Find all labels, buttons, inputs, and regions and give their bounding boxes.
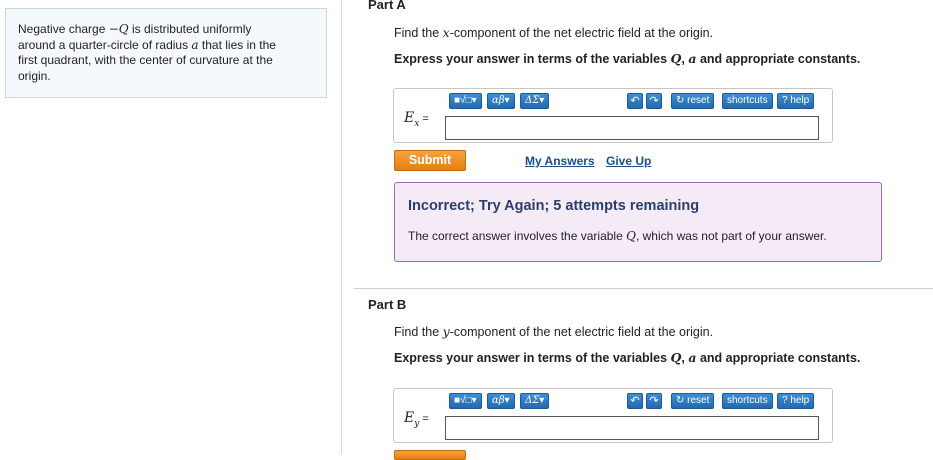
question-text: -component of the net electric field at …: [449, 325, 714, 339]
problem-text: is distributed uniformly: [128, 22, 252, 36]
submit-button[interactable]: Submit: [394, 150, 466, 171]
question-var: x: [442, 25, 450, 40]
charge-symbol: −Q: [108, 22, 129, 36]
problem-text: Negative charge: [18, 22, 109, 36]
greek-button[interactable]: αβ▾: [487, 93, 515, 109]
problem-line-3: first quadrant, with the center of curva…: [18, 53, 273, 67]
var-main: E: [404, 110, 415, 126]
part-b-title: Part B: [368, 297, 407, 312]
problem-text: around a quarter-circle of radius: [18, 37, 192, 52]
redo-icon[interactable]: ↷: [646, 393, 662, 409]
problem-text: that lies in the: [198, 37, 276, 52]
symbols-button[interactable]: ΔΣ▾: [520, 393, 550, 409]
feedback-text-part: , which was not part of your answer.: [635, 229, 827, 243]
help-button[interactable]: ? help: [777, 393, 815, 409]
problem-statement: Negative charge −Q is distributed unifor…: [5, 8, 327, 98]
var-sub: y: [414, 418, 420, 429]
instruction-text: and appropriate constants.: [696, 52, 861, 66]
redo-icon[interactable]: ↷: [646, 93, 662, 109]
problem-line-4: origin.: [18, 68, 51, 83]
symbols-button[interactable]: ΔΣ▾: [520, 93, 550, 109]
part-b-instruction: Express your answer in terms of the vari…: [394, 350, 860, 365]
ex-answer-input[interactable]: [445, 116, 819, 140]
problem-line-2: around a quarter-circle of radius a that…: [18, 38, 314, 54]
undo-icon[interactable]: ↶: [627, 393, 643, 409]
part-b-submit-button[interactable]: [394, 450, 466, 460]
reset-button[interactable]: ↻ reset: [671, 393, 715, 409]
part-b-question: Find the y-component of the net electric…: [394, 324, 713, 339]
equals-sign: =: [422, 413, 429, 425]
part-b-answer-box: ■√□▾ αβ▾ ΔΣ▾ ↶ ↷ ↻ reset shortcuts ? hel…: [393, 388, 833, 443]
problem-line-1: Negative charge −Q is distributed unifor…: [18, 22, 314, 38]
shortcuts-button[interactable]: shortcuts: [722, 93, 773, 109]
question-text: -component of the net electric field at …: [449, 26, 714, 40]
ex-label: Ex =: [404, 110, 429, 129]
question-text: Find the: [394, 325, 443, 339]
feedback-text-part: The correct answer involves the variable: [408, 229, 627, 243]
help-button[interactable]: ? help: [777, 93, 815, 109]
give-up-link[interactable]: Give Up: [606, 154, 651, 168]
var-sub: x: [414, 118, 420, 129]
feedback-box: Incorrect; Try Again; 5 attempts remaini…: [394, 182, 882, 262]
shortcuts-button[interactable]: shortcuts: [722, 393, 773, 409]
var-main: E: [404, 410, 415, 426]
instruction-var: Q: [670, 51, 682, 66]
templates-button[interactable]: ■√□▾: [449, 393, 482, 409]
instruction-text: and appropriate constants.: [696, 351, 861, 365]
my-answers-link[interactable]: My Answers: [525, 154, 595, 168]
part-a-question: Find the x-component of the net electric…: [394, 25, 713, 40]
instruction-text: Express your answer in terms of the vari…: [394, 52, 671, 66]
greek-button[interactable]: αβ▾: [487, 393, 515, 409]
equals-sign: =: [422, 113, 429, 125]
ey-answer-input[interactable]: [445, 416, 819, 440]
radius-symbol: a: [191, 37, 199, 52]
feedback-title: Incorrect; Try Again; 5 attempts remaini…: [408, 198, 700, 214]
reset-button[interactable]: ↻ reset: [671, 93, 715, 109]
part-a-title: Part A: [368, 0, 406, 12]
ey-label: Ey =: [404, 410, 429, 429]
question-text: Find the: [394, 26, 443, 40]
feedback-text: The correct answer involves the variable…: [408, 229, 827, 243]
instruction-var: Q: [670, 350, 682, 365]
question-var: y: [442, 324, 450, 339]
instruction-text: Express your answer in terms of the vari…: [394, 351, 671, 365]
feedback-var: Q: [626, 229, 636, 243]
section-divider: [354, 288, 933, 289]
templates-button[interactable]: ■√□▾: [449, 93, 482, 109]
undo-icon[interactable]: ↶: [627, 93, 643, 109]
part-a-instruction: Express your answer in terms of the vari…: [394, 51, 860, 66]
problem-pane: Negative charge −Q is distributed unifor…: [0, 0, 342, 454]
part-a-answer-box: ■√□▾ αβ▾ ΔΣ▾ ↶ ↷ ↻ reset shortcuts ? hel…: [393, 88, 833, 143]
